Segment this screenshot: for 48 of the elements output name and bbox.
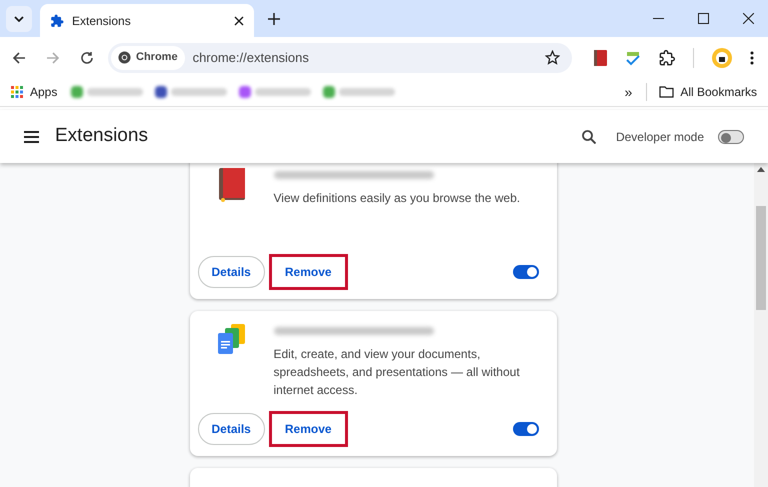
book-icon[interactable] [594,50,607,66]
reload-icon[interactable] [80,50,94,64]
scrollbar-thumb[interactable] [756,206,766,310]
maximize-icon[interactable] [698,13,709,24]
search-icon[interactable] [582,130,596,144]
abc-check-icon[interactable] [625,50,641,66]
back-arrow-icon[interactable] [12,50,26,64]
page-title: Extensions [55,124,149,148]
chevron-down-icon [14,16,24,22]
toggle-switch[interactable] [512,422,538,436]
scroll-up-arrow-icon[interactable] [757,167,765,172]
more-vertical-icon[interactable] [750,50,754,64]
details-button[interactable]: Details [198,413,265,445]
profile-avatar-icon[interactable] [712,48,732,68]
site-chip[interactable]: Chrome [111,46,185,70]
blurred-bookmark[interactable] [239,86,312,98]
puzzle-piece-icon [50,14,64,28]
blurred-bookmark[interactable] [155,86,228,98]
blurred-bookmark[interactable] [323,86,396,98]
blurred-bookmark[interactable] [71,86,144,98]
stacked-documents-icon [216,324,246,356]
bookmark-label[interactable]: Apps [30,83,58,101]
toggle-switch[interactable] [512,265,538,279]
apps-grid-icon[interactable] [11,86,23,98]
toggle-switch[interactable] [718,130,744,144]
browser-tab[interactable]: Extensions [40,4,254,37]
chip-label: Chrome [136,50,178,66]
puzzle-piece-icon[interactable] [659,50,675,66]
tab-search-button[interactable] [6,6,32,32]
chrome-logo-icon [118,51,131,64]
star-icon[interactable] [545,50,560,65]
book-icon [218,168,244,202]
url-text: chrome://extensions [192,48,310,67]
extension-description: Edit, create, and view your documents, spreadsheets, and presentations — all without internet access. [274,346,521,399]
folder-icon [659,86,674,98]
address-bar[interactable]: Chrome chrome://extensions [108,42,572,72]
overflow-chevrons[interactable]: » [624,82,632,102]
extension-description: View definitions easily as you browse the web. [274,190,522,207]
plus-icon[interactable] [268,12,280,24]
remove-button[interactable]: Remove [272,258,344,286]
tab-title: Extensions [72,12,132,30]
developer-mode-label: Developer mode [616,128,704,146]
menu-icon[interactable] [24,130,39,142]
close-icon[interactable] [743,13,754,24]
remove-button[interactable]: Remove [272,415,344,443]
all-bookmarks-label[interactable]: All Bookmarks [680,83,757,101]
close-icon[interactable] [234,16,244,26]
details-button[interactable]: Details [198,256,265,288]
